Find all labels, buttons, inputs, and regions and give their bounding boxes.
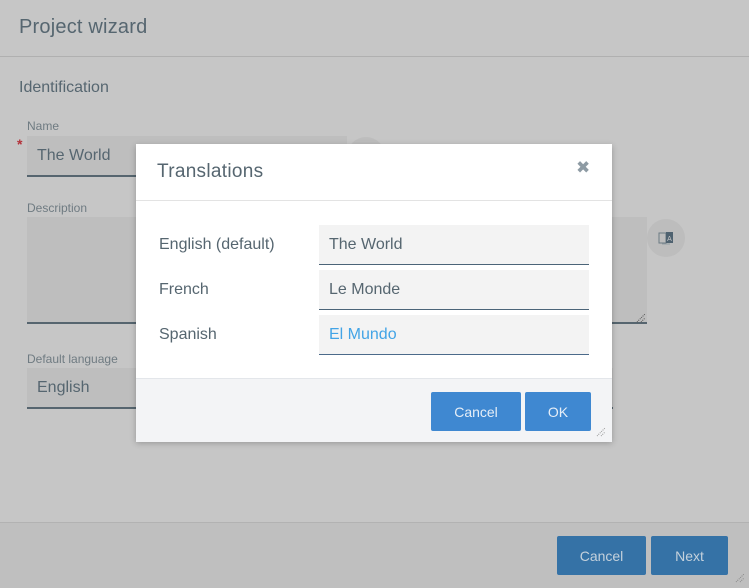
dialog-footer: Cancel OK xyxy=(136,378,612,442)
spanish-translation-input[interactable] xyxy=(319,315,589,355)
wizard-next-button[interactable]: Next xyxy=(651,536,728,575)
wizard-title: Project wizard xyxy=(19,16,148,38)
wizard-cancel-button[interactable]: Cancel xyxy=(557,536,646,575)
english-label: English (default) xyxy=(159,236,275,253)
spanish-label: Spanish xyxy=(159,326,217,343)
close-icon[interactable]: ✖ xyxy=(576,158,590,178)
description-label: Description xyxy=(27,201,88,215)
translations-dialog: Translations ✖ English (default) French … xyxy=(136,144,612,442)
textarea-resize-grip[interactable] xyxy=(636,313,646,323)
translate-icon: A xyxy=(658,232,673,245)
dialog-cancel-button[interactable]: Cancel xyxy=(431,392,521,431)
dialog-title: Translations xyxy=(157,161,264,182)
dialog-ok-button[interactable]: OK xyxy=(525,392,591,431)
wizard-resize-grip[interactable] xyxy=(735,573,745,583)
default-language-label: Default language xyxy=(27,352,118,366)
french-label: French xyxy=(159,281,209,298)
french-translation-input[interactable] xyxy=(319,270,589,310)
wizard-header: Project wizard xyxy=(0,0,749,57)
section-title: Identification xyxy=(19,79,109,96)
svg-text:A: A xyxy=(667,236,672,243)
required-marker: * xyxy=(17,136,23,152)
dialog-resize-grip[interactable] xyxy=(596,427,606,437)
name-label: Name xyxy=(27,119,60,133)
dialog-header: Translations ✖ xyxy=(136,144,612,201)
english-translation-input[interactable] xyxy=(319,225,589,265)
description-translate-button[interactable]: A xyxy=(647,219,685,257)
